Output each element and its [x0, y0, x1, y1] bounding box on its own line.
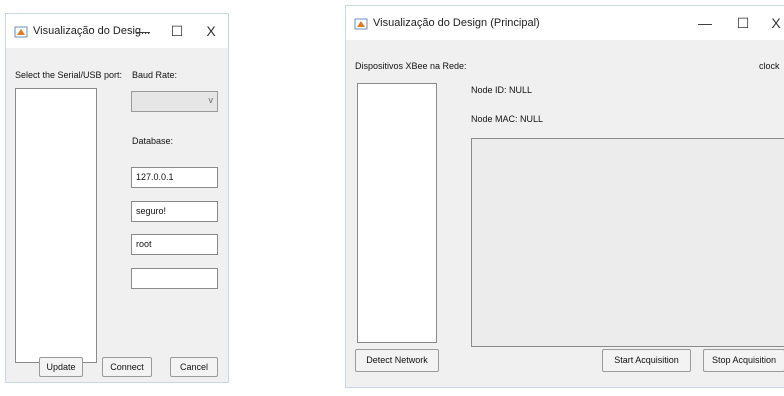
serial-port-label: Select the Serial/USB port: — [15, 70, 123, 80]
node-id-label: Node ID: NULL — [471, 85, 533, 95]
clock-label: clock — [759, 61, 780, 71]
update-button[interactable]: Update — [39, 357, 83, 377]
detect-network-button[interactable]: Detect Network — [355, 349, 439, 372]
cancel-button[interactable]: Cancel — [170, 357, 218, 377]
close-icon[interactable]: X — [762, 15, 784, 31]
maximize-icon[interactable]: ☐ — [724, 15, 762, 32]
main-window: Visualização do Design (Principal) — ☐ X… — [345, 5, 784, 388]
baud-rate-label: Baud Rate: — [132, 70, 178, 80]
start-acquisition-button[interactable]: Start Acquisition — [602, 349, 691, 372]
user-field[interactable]: root — [131, 234, 218, 255]
close-icon[interactable]: X — [194, 23, 228, 39]
minimize-icon[interactable]: — — [126, 23, 160, 39]
settings-window: Visualização do Desig... — ☐ X Select th… — [5, 13, 229, 383]
password-field[interactable] — [131, 268, 218, 289]
settings-titlebar[interactable]: Visualização do Desig... — ☐ X — [6, 14, 228, 48]
minimize-icon[interactable]: — — [686, 15, 724, 31]
xbee-devices-list[interactable] — [357, 83, 437, 343]
node-mac-label: Node MAC: NULL — [471, 114, 544, 124]
baud-rate-select[interactable]: v — [131, 91, 218, 112]
database-name-field[interactable]: seguro! — [131, 201, 218, 222]
chevron-down-icon: v — [208, 95, 214, 105]
serial-port-list[interactable] — [15, 88, 97, 363]
database-label: Database: — [132, 136, 174, 146]
xbee-devices-label: Dispositivos XBee na Rede: — [355, 61, 467, 71]
stop-acquisition-button[interactable]: Stop Acquisition — [703, 349, 784, 372]
main-titlebar[interactable]: Visualização do Design (Principal) — ☐ X — [346, 6, 784, 40]
main-window-title: Visualização do Design (Principal) — [373, 17, 540, 29]
maximize-icon[interactable]: ☐ — [160, 23, 194, 40]
java-app-icon — [14, 26, 28, 38]
data-display-panel — [471, 138, 784, 347]
connect-button[interactable]: Connect — [102, 357, 152, 377]
host-field[interactable]: 127.0.0.1 — [131, 167, 218, 188]
java-app-icon — [354, 18, 368, 30]
